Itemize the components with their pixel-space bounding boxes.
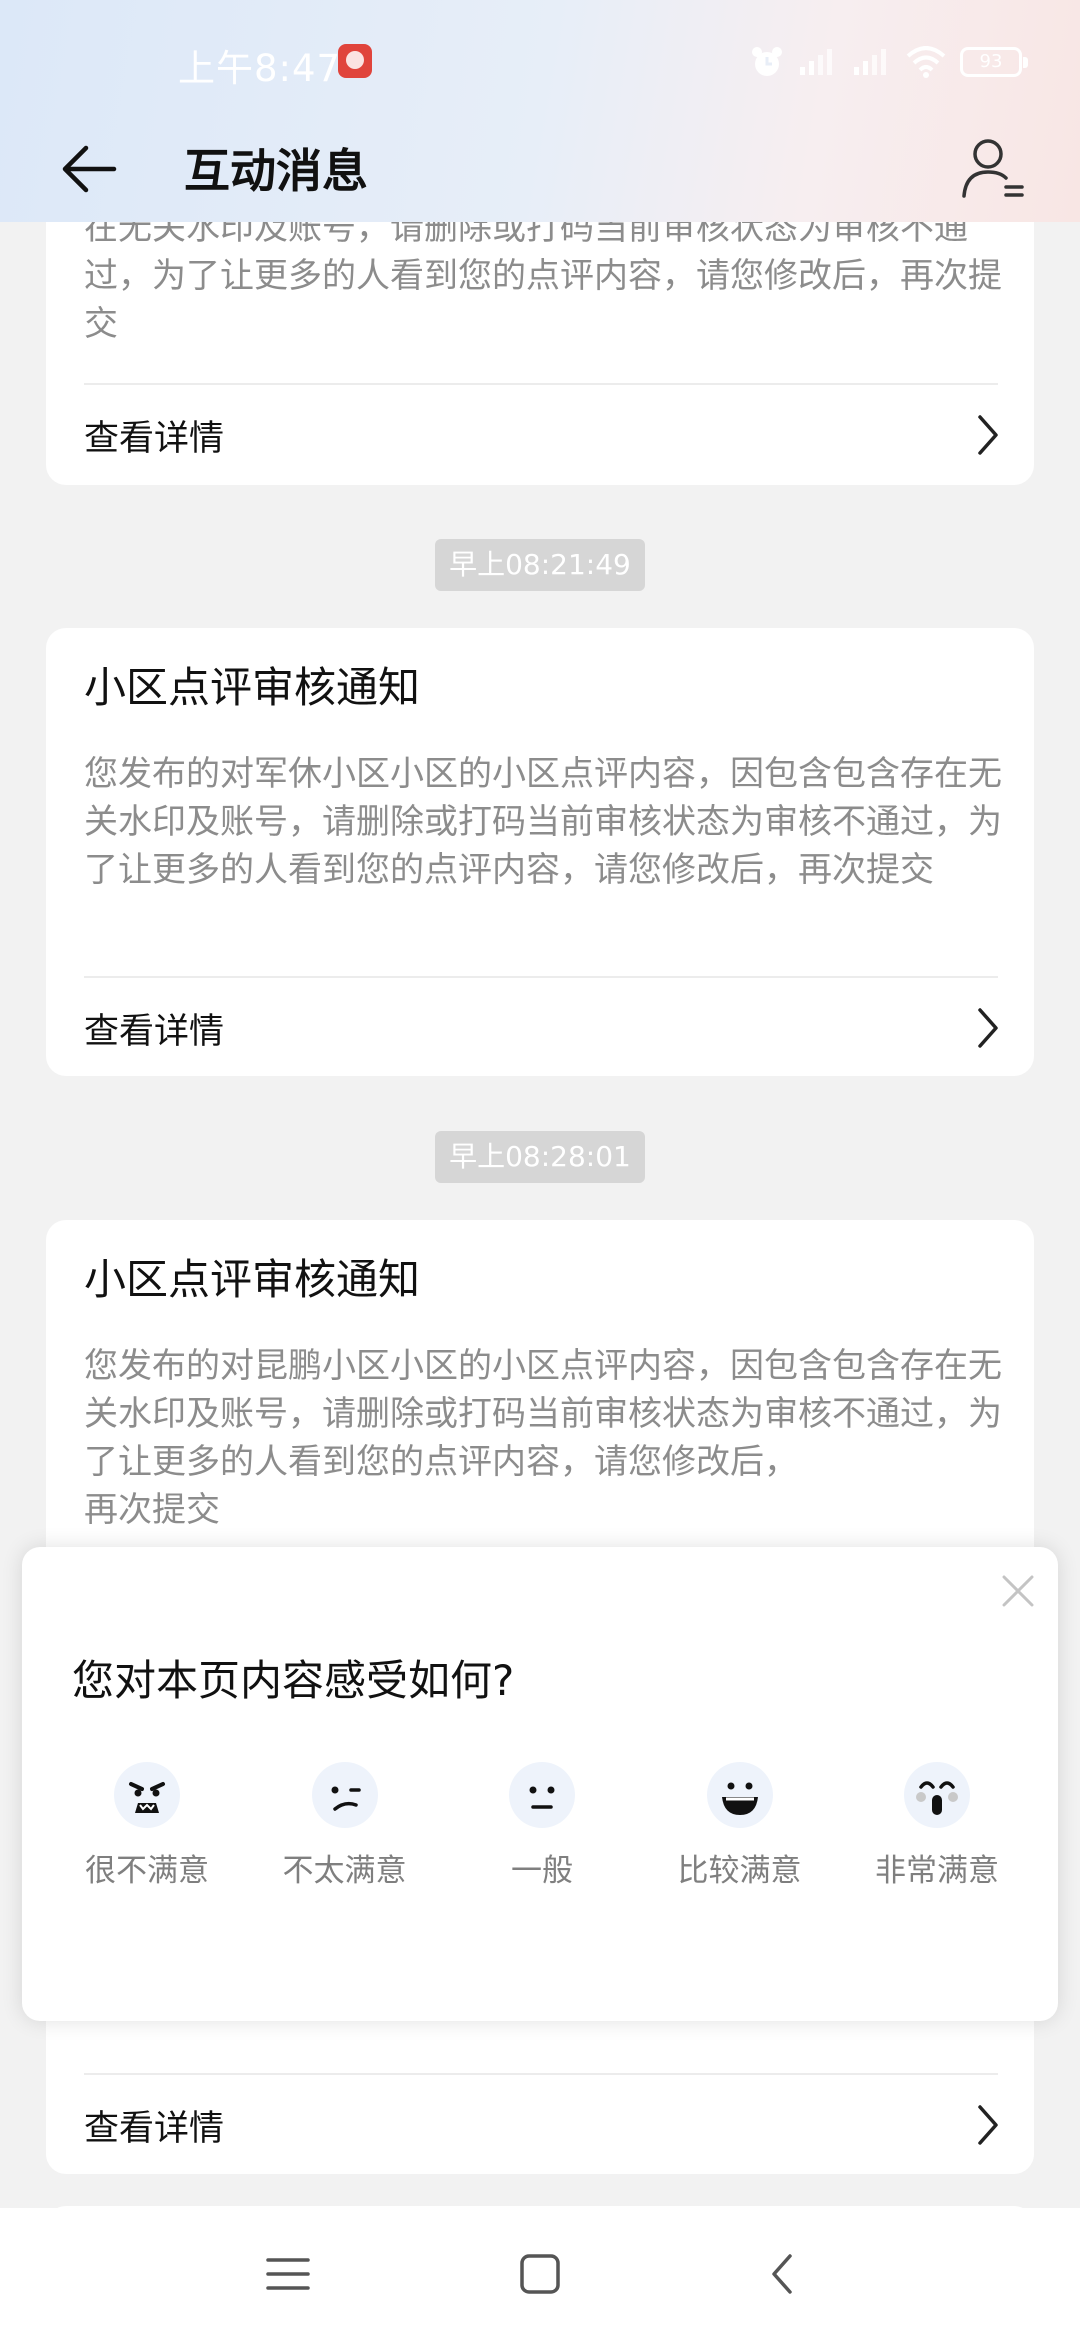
signal-icon-2 [854,49,886,75]
back-icon[interactable] [754,2244,814,2304]
rating-neutral[interactable]: 一般 [467,1759,617,1909]
smile-face-icon [706,1762,773,1828]
message-body: 您发布的对军休小区小区的小区点评内容，因包含包含存在无关水印及账号，请删除或打码… [84,754,1002,890]
rating-very-satisfied[interactable]: 非常满意 [862,1759,1012,1909]
back-arrow-icon[interactable] [56,134,126,204]
message-timestamp: 早上08:28:01 [0,1131,1080,1183]
rating-dissatisfied[interactable]: 不太满意 [270,1759,420,1909]
rating-satisfied[interactable]: 比较满意 [665,1759,815,1909]
close-icon[interactable] [994,1567,1042,1615]
alarm-icon [752,47,782,76]
status-time: 上午8:47 [178,47,342,90]
nav-bar: 互动消息 [0,120,1080,222]
view-details-button[interactable]: 查看详情 [84,2075,1008,2175]
rating-label: 比较满意 [677,1853,802,1889]
view-details-button[interactable]: 查看详情 [84,978,1008,1078]
view-details-button[interactable]: 查看详情 [84,385,1008,485]
timestamp-label: 早上08:28:01 [435,1131,645,1183]
system-nav-bar [0,2208,1080,2340]
message-body: 您发布的对昆鹏小区小区的小区点评内容，因包含包含存在无关水印及账号，请删除或打码… [84,1346,1002,1482]
rating-options: 很不满意 不太满意 一般 比较满意 非常满意 [72,1759,1012,1909]
rating-label: 不太满意 [282,1853,407,1889]
message-card: 小区点评审核通知 您发布的对军休小区小区的小区点评内容，因包含包含存在无关水印及… [46,628,1034,1076]
message-title: 小区点评审核通知 [84,1255,421,1304]
message-body: 在无关水印及账号，请删除或打码当前审核状态为审核不通过，为了让更多的人看到您的点… [84,208,1002,344]
header: 上午8:47 93 互动消息 [0,0,1080,222]
rating-very-dissatisfied[interactable]: 很不满意 [72,1759,222,1909]
rating-label: 一般 [511,1853,573,1889]
chevron-right-icon [978,415,998,455]
chevron-right-icon [978,1008,998,1048]
unhappy-face-icon [311,1762,378,1828]
app-notification-icon [338,44,372,78]
excited-face-icon [904,1762,970,1828]
neutral-face-icon [509,1762,575,1828]
status-icons: 93 [750,44,1028,80]
view-details-label: 查看详情 [84,418,225,459]
feedback-dialog: 您对本页内容感受如何? 很不满意 不太满意 一般 比较满意 非常满意 [22,1547,1058,2021]
signal-icon [800,49,832,75]
wifi-icon [906,46,946,78]
menu-icon[interactable] [258,2244,318,2304]
view-details-label: 查看详情 [84,2108,225,2149]
message-title: 小区点评审核通知 [84,663,421,712]
message-body-tail: 再次提交 [84,1490,220,1530]
rating-label: 非常满意 [875,1853,999,1889]
chevron-right-icon [978,2105,998,2145]
user-profile-icon[interactable] [956,132,1028,204]
rating-label: 很不满意 [85,1853,209,1889]
status-bar: 上午8:47 93 [0,0,1080,120]
home-icon[interactable] [510,2244,570,2304]
feedback-question: 您对本页内容感受如何? [72,1656,515,1705]
angry-face-icon [114,1762,180,1828]
page-title: 互动消息 [184,144,368,198]
view-details-label: 查看详情 [84,1011,225,1052]
message-timestamp: 早上08:21:49 [0,539,1080,591]
battery-icon: 93 [960,47,1028,77]
timestamp-label: 早上08:21:49 [435,539,645,591]
